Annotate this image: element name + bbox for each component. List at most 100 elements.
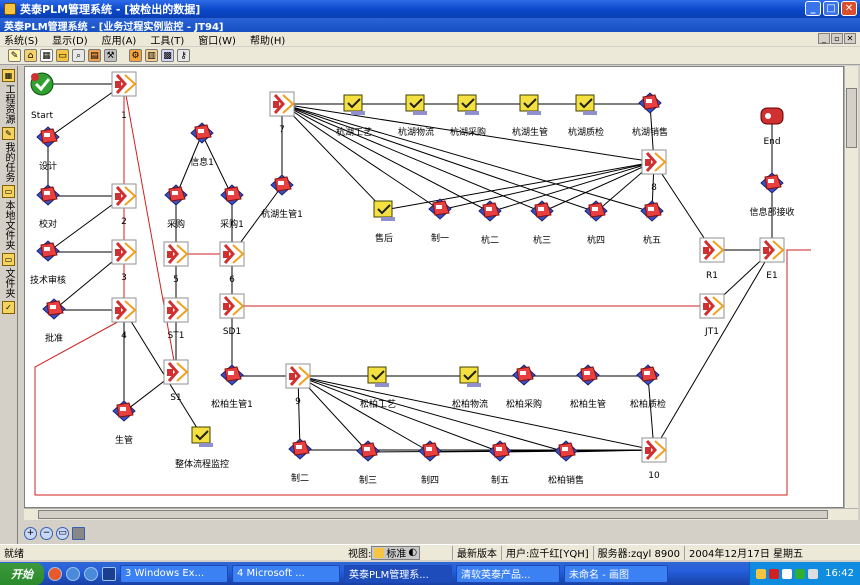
- workflow-node-sbqc[interactable]: [633, 361, 663, 391]
- vertical-scroll-thumb[interactable]: [846, 88, 857, 148]
- task-microsoft[interactable]: 4 Microsoft ...: [232, 564, 340, 583]
- task-tsinghua[interactable]: 清软英泰产品...: [456, 564, 560, 583]
- menu-help[interactable]: 帮助(H): [250, 32, 285, 47]
- workflow-node-n6[interactable]: [217, 239, 247, 269]
- folder-icon[interactable]: ▭: [56, 49, 69, 62]
- task-plm[interactable]: 英泰PLM管理系...: [344, 564, 452, 583]
- workflow-node-design[interactable]: [33, 123, 63, 153]
- key-icon[interactable]: ⚷: [177, 49, 190, 62]
- workflow-node-sbpur[interactable]: [509, 361, 539, 391]
- workflow-node-make5[interactable]: [485, 437, 515, 467]
- ime-indicator[interactable]: 标准 ◐: [371, 545, 421, 560]
- workflow-node-hang4[interactable]: [581, 197, 611, 227]
- workflow-node-inforecv[interactable]: [757, 169, 787, 199]
- workflow-node-n2[interactable]: [109, 181, 139, 211]
- firefox-icon[interactable]: [48, 566, 62, 581]
- cmd-icon[interactable]: [102, 566, 116, 581]
- shortcut-checklist[interactable]: ✓: [0, 301, 17, 314]
- workflow-node-hang5[interactable]: [637, 197, 667, 227]
- close-button[interactable]: ✕: [841, 1, 857, 16]
- workflow-node-purchase[interactable]: [161, 181, 191, 211]
- workflow-node-hzsales[interactable]: [635, 89, 665, 119]
- tray-icon-4[interactable]: [795, 568, 806, 579]
- workflow-node-hzlog[interactable]: [401, 89, 431, 119]
- tray-icon-2[interactable]: [769, 568, 780, 579]
- workflow-node-purchase1[interactable]: [217, 181, 247, 211]
- task-windows-explorer[interactable]: 3 Windows Ex...: [120, 564, 228, 583]
- menu-application[interactable]: 应用(A): [102, 32, 137, 47]
- chart-icon[interactable]: ▤: [88, 49, 101, 62]
- workflow-node-hzpm[interactable]: [515, 89, 545, 119]
- workflow-node-st1[interactable]: [161, 295, 191, 325]
- workflow-node-hzproc[interactable]: [339, 89, 369, 119]
- maximize-button[interactable]: □: [823, 1, 839, 16]
- open-icon[interactable]: ⌂: [24, 49, 37, 62]
- workflow-canvas[interactable]: Start 1 设计 校对 2 技术审核 3 批准 4 生管 整体流程监控 S1 ST1 5 采购 信息1 采购…: [24, 66, 844, 508]
- minimize-button[interactable]: _: [805, 1, 821, 16]
- zoom-in-icon[interactable]: +: [24, 526, 37, 540]
- workflow-node-sd1[interactable]: [217, 291, 247, 321]
- workflow-node-hang3[interactable]: [527, 197, 557, 227]
- zoom-fit-icon[interactable]: ▭: [56, 526, 69, 540]
- workflow-node-techreview[interactable]: [33, 237, 63, 267]
- menu-window[interactable]: 窗口(W): [198, 32, 236, 47]
- shortcut-local-folder[interactable]: ▭ 本地文件夹: [0, 185, 17, 250]
- browser-icon[interactable]: [84, 566, 98, 581]
- workflow-node-hang2[interactable]: [475, 197, 505, 227]
- workflow-node-sblog[interactable]: [455, 361, 485, 391]
- child-close-button[interactable]: ✕: [844, 33, 856, 44]
- workflow-node-s1[interactable]: [161, 357, 191, 387]
- workflow-node-make1[interactable]: [425, 195, 455, 225]
- vertical-scrollbar[interactable]: [844, 66, 858, 508]
- workflow-node-after[interactable]: [369, 195, 399, 225]
- workflow-node-hzqc[interactable]: [571, 89, 601, 119]
- workflow-node-n9[interactable]: [283, 361, 313, 391]
- menu-display[interactable]: 显示(D): [52, 32, 88, 47]
- shortcut-engineering[interactable]: ▦ 工程资源: [0, 69, 17, 124]
- shortcut-folder[interactable]: ▭ 文件夹: [0, 253, 17, 298]
- horizontal-scroll-thumb[interactable]: [38, 510, 828, 519]
- workflow-node-sbpm1[interactable]: [217, 361, 247, 391]
- workflow-node-sbpm[interactable]: [573, 361, 603, 391]
- workflow-node-info1[interactable]: [187, 119, 217, 149]
- ie-icon[interactable]: [66, 566, 80, 581]
- workflow-node-n5[interactable]: [161, 239, 191, 269]
- workflow-node-monitor[interactable]: [187, 421, 217, 451]
- gear-icon[interactable]: ⚙: [129, 49, 142, 62]
- tray-icon-1[interactable]: [756, 568, 767, 579]
- workflow-node-n4[interactable]: [109, 295, 139, 325]
- start-button[interactable]: 开始: [0, 562, 44, 585]
- workflow-node-n10[interactable]: [639, 435, 669, 465]
- workflow-node-jt1[interactable]: [697, 291, 727, 321]
- menu-tools[interactable]: 工具(T): [150, 32, 184, 47]
- child-restore-button[interactable]: ▫: [831, 33, 843, 44]
- workflow-node-r1[interactable]: [697, 235, 727, 265]
- horizontal-scrollbar[interactable]: [24, 508, 858, 520]
- shortcut-my-tasks[interactable]: ✎ 我的任务: [0, 127, 17, 182]
- search-icon[interactable]: ⌕: [72, 49, 85, 62]
- grid-icon[interactable]: ▩: [161, 49, 174, 62]
- workflow-node-n3[interactable]: [109, 237, 139, 267]
- workflow-node-check[interactable]: [33, 181, 63, 211]
- workflow-node-n7[interactable]: [267, 89, 297, 119]
- properties-icon[interactable]: ▦: [40, 49, 53, 62]
- workflow-node-sbproc[interactable]: [363, 361, 393, 391]
- workflow-node-sbsales[interactable]: [551, 437, 581, 467]
- workflow-node-hzpur[interactable]: [453, 89, 483, 119]
- workflow-node-endn[interactable]: [757, 101, 787, 131]
- workflow-node-n1[interactable]: [109, 69, 139, 99]
- volume-icon[interactable]: [808, 568, 819, 579]
- workflow-node-e1[interactable]: [757, 235, 787, 265]
- workflow-node-make2[interactable]: [285, 435, 315, 465]
- workflow-node-make3[interactable]: [353, 437, 383, 467]
- zoom-out-icon[interactable]: −: [40, 526, 53, 540]
- workflow-node-start[interactable]: [27, 69, 57, 99]
- workflow-node-approve[interactable]: [39, 295, 69, 325]
- workflow-node-hzpm1[interactable]: [267, 171, 297, 201]
- workflow-node-prod[interactable]: [109, 397, 139, 427]
- workflow-node-make4[interactable]: [415, 437, 445, 467]
- report-icon[interactable]: ▥: [145, 49, 158, 62]
- zoom-reset-icon[interactable]: [72, 526, 85, 540]
- task-paint[interactable]: 未命名 - 画图: [564, 564, 668, 583]
- child-minimize-button[interactable]: _: [818, 33, 830, 44]
